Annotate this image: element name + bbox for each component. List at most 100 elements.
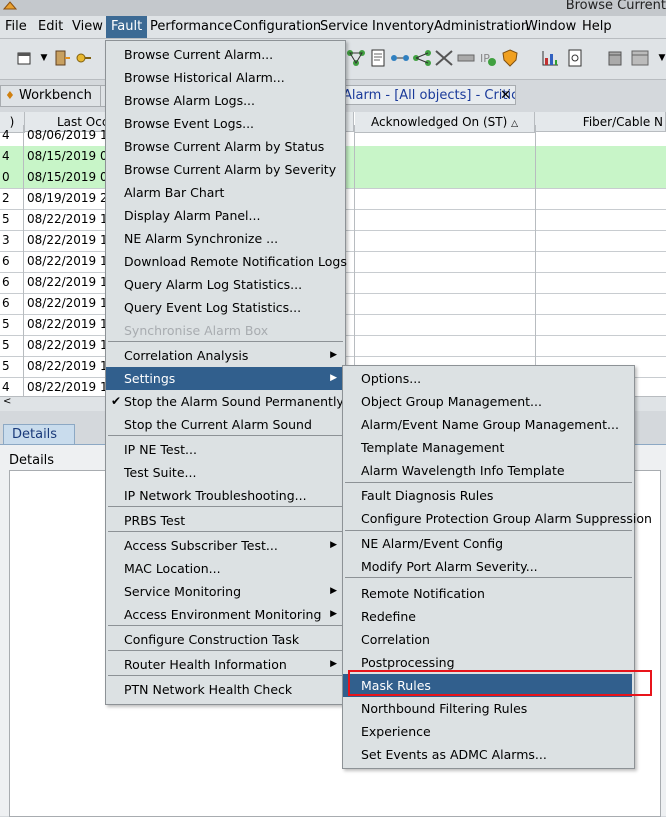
close-icon[interactable]: ✕ xyxy=(500,86,511,104)
settings-menu-item-remote-notification[interactable]: Remote Notification xyxy=(343,582,632,605)
fault-menu-item-download-remote-notification-logs[interactable]: Download Remote Notification Logs xyxy=(106,250,347,273)
report-icon[interactable] xyxy=(565,48,585,68)
fault-menu-item-query-event-log-statistics[interactable]: Query Event Log Statistics... xyxy=(106,296,343,319)
settings-menu-item-modify-port-alarm-severity[interactable]: Modify Port Alarm Severity... xyxy=(343,555,632,578)
menu-help[interactable]: Help xyxy=(582,19,612,34)
menu-separator xyxy=(108,506,343,507)
fault-menu-item-ip-ne-test[interactable]: IP NE Test... xyxy=(106,438,343,461)
last-occurrence-cell: 08/22/2019 14 xyxy=(27,296,105,310)
fault-menu-item-query-alarm-log-statistics[interactable]: Query Alarm Log Statistics... xyxy=(106,273,343,296)
settings-menu-item-alarm-event-name-group-management[interactable]: Alarm/Event Name Group Management... xyxy=(343,413,632,436)
last-occurrence-cell: 08/22/2019 14 xyxy=(27,233,105,247)
menu-separator xyxy=(108,531,343,532)
menu-item-label: Correlation Analysis xyxy=(124,348,249,363)
scroll-left-icon[interactable]: < xyxy=(3,396,11,407)
severity-cell: 0 xyxy=(0,167,24,188)
fault-menu-item-router-health-information[interactable]: Router Health Information ▶ xyxy=(106,653,343,676)
settings-menu-item-object-group-management[interactable]: Object Group Management... xyxy=(343,390,632,413)
shield-icon[interactable] xyxy=(500,48,520,68)
menu-item-label: Synchronise Alarm Box xyxy=(124,323,269,338)
fault-menu-item-ip-network-troubleshooting[interactable]: IP Network Troubleshooting... xyxy=(106,484,343,507)
chevron-right-icon: ▶ xyxy=(330,540,337,550)
fault-menu-item-stop-the-alarm-sound-permanently[interactable]: Stop the Alarm Sound Permanently ✔ xyxy=(106,390,344,413)
tab-current-alarm[interactable]: Alarm - [All objects] - Critical ✕ xyxy=(342,85,516,105)
window-icon[interactable] xyxy=(14,48,34,68)
last-occurrence-cell: 08/15/2019 08 xyxy=(27,149,105,163)
menu-service[interactable]: Service xyxy=(320,19,368,34)
tab-details[interactable]: Details xyxy=(3,424,75,444)
settings-menu-item-set-events-as-admc-alarms[interactable]: Set Events as ADMC Alarms... xyxy=(343,743,632,766)
fault-menu-item-mac-location[interactable]: MAC Location... xyxy=(106,557,343,580)
fault-menu-item-access-environment-monitoring[interactable]: Access Environment Monitoring ▶ xyxy=(106,603,343,626)
fault-menu-item-service-monitoring[interactable]: Service Monitoring ▶ xyxy=(106,580,343,603)
fault-menu-item-prbs-test[interactable]: PRBS Test xyxy=(106,509,343,532)
network-icon[interactable] xyxy=(390,48,410,68)
menu-item-label: NE Alarm Synchronize ... xyxy=(124,231,279,246)
fault-menu-item-alarm-bar-chart[interactable]: Alarm Bar Chart xyxy=(106,181,343,204)
menu-window[interactable]: Window xyxy=(525,19,576,34)
network-icon[interactable] xyxy=(346,48,366,68)
menu-fault[interactable]: Fault xyxy=(106,16,148,38)
report-icon[interactable] xyxy=(368,48,388,68)
last-occurrence-cell: 08/22/2019 14 xyxy=(27,338,105,352)
menu-separator xyxy=(108,341,343,342)
settings-menu-item-correlation[interactable]: Correlation xyxy=(343,628,632,651)
fault-menu-item-test-suite[interactable]: Test Suite... xyxy=(106,461,343,484)
menu-inventory[interactable]: Inventory xyxy=(372,19,434,34)
settings-menu-item-alarm-wavelength-info-template[interactable]: Alarm Wavelength Info Template xyxy=(343,459,632,482)
settings-menu-item-ne-alarm-event-config[interactable]: NE Alarm/Event Config xyxy=(343,532,632,555)
settings-menu-item-redefine[interactable]: Redefine xyxy=(343,605,632,628)
network-icon[interactable] xyxy=(456,48,476,68)
server-icon[interactable] xyxy=(630,48,650,68)
fault-menu-item-configure-construction-task[interactable]: Configure Construction Task xyxy=(106,628,343,651)
menu-view[interactable]: View xyxy=(72,19,103,34)
menu-administration[interactable]: Administration xyxy=(434,19,529,34)
severity-cell: 3 xyxy=(0,230,24,251)
last-occurrence-cell: 08/22/2019 14 xyxy=(27,380,105,394)
fault-menu-item-browse-event-logs[interactable]: Browse Event Logs... xyxy=(106,112,343,135)
fault-menu-item-ne-alarm-synchronize[interactable]: NE Alarm Synchronize ... xyxy=(106,227,343,250)
acknowledged-cell xyxy=(354,230,536,251)
settings-menu-item-northbound-filtering-rules[interactable]: Northbound Filtering Rules xyxy=(343,697,632,720)
menu-configuration[interactable]: Configuration xyxy=(233,19,321,34)
last-occurrence-cell: 08/22/2019 14 xyxy=(27,359,105,373)
dropdown-arrow-icon[interactable]: ▼ xyxy=(34,48,54,68)
settings-menu-item-options[interactable]: Options... xyxy=(343,367,632,390)
network-icon[interactable] xyxy=(412,48,432,68)
fault-menu-item-browse-current-alarm-by-severity[interactable]: Browse Current Alarm by Severity xyxy=(106,158,343,181)
menu-item-label: Query Event Log Statistics... xyxy=(124,300,302,315)
acknowledged-cell xyxy=(354,335,536,356)
menu-file[interactable]: File xyxy=(5,19,27,34)
network-icon[interactable] xyxy=(434,48,454,68)
key-icon[interactable] xyxy=(74,48,94,68)
menu-separator xyxy=(345,530,632,531)
server-icon[interactable] xyxy=(605,48,625,68)
fault-menu-item-stop-the-current-alarm-sound[interactable]: Stop the Current Alarm Sound xyxy=(106,413,343,436)
door-icon[interactable] xyxy=(52,48,72,68)
menu-edit[interactable]: Edit xyxy=(38,19,63,34)
settings-menu-item-experience[interactable]: Experience xyxy=(343,720,632,743)
fault-menu-item-correlation-analysis[interactable]: Correlation Analysis ▶ xyxy=(106,344,343,367)
settings-menu-item-fault-diagnosis-rules[interactable]: Fault Diagnosis Rules xyxy=(343,484,632,507)
menu-item-label: Postprocessing xyxy=(361,655,455,670)
menu-item-label: Browse Current Alarm... xyxy=(124,47,274,62)
lock-icon[interactable]: IP xyxy=(478,48,498,68)
fault-menu-item-browse-alarm-logs[interactable]: Browse Alarm Logs... xyxy=(106,89,343,112)
settings-menu-item-configure-protection-group-alarm-suppression[interactable]: Configure Protection Group Alarm Suppres… xyxy=(343,507,652,530)
tab-workbench[interactable]: ♦ Workbench xyxy=(0,85,106,107)
acknowledged-cell xyxy=(354,167,536,188)
fault-menu-item-browse-current-alarm[interactable]: Browse Current Alarm... xyxy=(106,43,343,66)
fault-menu-item-display-alarm-panel[interactable]: Display Alarm Panel... xyxy=(106,204,343,227)
dropdown-arrow-icon[interactable]: ▼ xyxy=(652,48,666,68)
menu-item-label: Options... xyxy=(361,371,422,386)
fault-menu-item-ptn-network-health-check[interactable]: PTN Network Health Check xyxy=(106,678,343,701)
settings-menu-item-template-management[interactable]: Template Management xyxy=(343,436,632,459)
severity-cell: 4 xyxy=(0,146,24,167)
fault-menu-item-settings[interactable]: Settings ▶ xyxy=(106,367,343,390)
menu-performance[interactable]: Performance xyxy=(150,19,232,34)
last-occurrence-cell: 08/22/2019 14 xyxy=(27,317,105,331)
fault-menu-item-browse-current-alarm-by-status[interactable]: Browse Current Alarm by Status xyxy=(106,135,343,158)
bar-chart-icon[interactable] xyxy=(540,48,560,68)
fault-menu-item-browse-historical-alarm[interactable]: Browse Historical Alarm... xyxy=(106,66,343,89)
fault-menu-item-access-subscriber-test[interactable]: Access Subscriber Test... ▶ xyxy=(106,534,343,557)
